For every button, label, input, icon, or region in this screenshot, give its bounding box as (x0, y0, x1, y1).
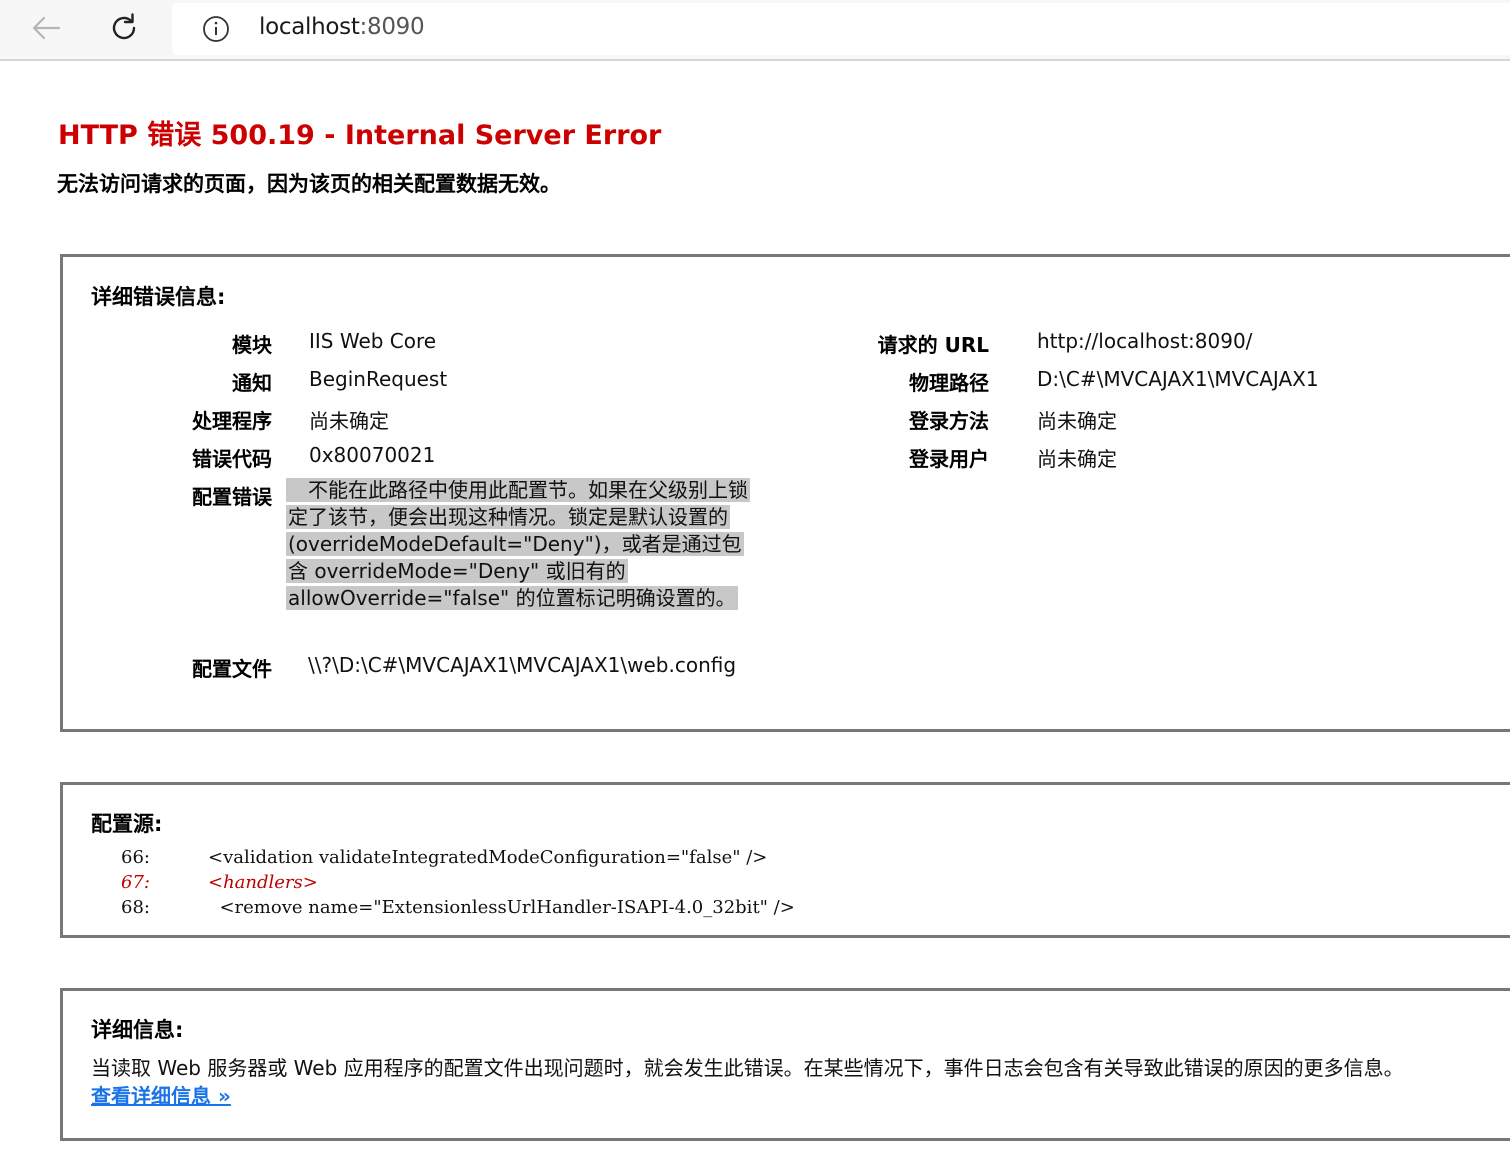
more-info-panel: 详细信息: 当读取 Web 服务器或 Web 应用程序的配置文件出现问题时，就会… (60, 988, 1510, 1141)
address-url[interactable]: localhost:8090 (259, 14, 425, 40)
address-bar[interactable]: localhost:8090 (172, 3, 1510, 55)
url-port: :8090 (359, 14, 425, 40)
panel-heading: 配置源: (91, 812, 163, 836)
code-line-number: 67: (121, 872, 150, 893)
field-value: D:\C#\MVCAJAX1\MVCAJAX1 (1037, 367, 1319, 391)
reload-icon (112, 13, 136, 40)
config-file-label: 配置文件 (192, 657, 272, 681)
code-line-text: <validation validateIntegratedModeConfig… (208, 847, 768, 868)
field-value: 0x80070021 (309, 443, 436, 467)
field-label: 通知 (232, 371, 272, 395)
config-source-panel: 配置源: 66: <validation validateIntegratedM… (60, 782, 1510, 938)
back-button[interactable] (26, 8, 66, 48)
error-title: HTTP 错误 500.19 - Internal Server Error (58, 120, 662, 151)
field-value: http://localhost:8090/ (1037, 329, 1253, 353)
field-value: 尚未确定 (1037, 447, 1117, 471)
browser-toolbar: localhost:8090 (0, 0, 1510, 61)
field-label: 物理路径 (909, 371, 989, 395)
field-value: IIS Web Core (309, 329, 437, 353)
field-value: 尚未确定 (309, 409, 389, 433)
more-info-text: 当读取 Web 服务器或 Web 应用程序的配置文件出现问题时，就会发生此错误。… (91, 1056, 1404, 1080)
detailed-error-panel: 详细错误信息: 模块 IIS Web Core 通知 BeginRequest … (60, 254, 1510, 732)
field-value: 尚未确定 (1037, 409, 1117, 433)
info-icon[interactable] (202, 15, 230, 43)
code-line-text: <remove name="ExtensionlessUrlHandler-IS… (208, 897, 795, 918)
config-file-path: \\?\D:\C#\MVCAJAX1\MVCAJAX1\web.config (286, 653, 746, 678)
config-file-value: \\?\D:\C#\MVCAJAX1\MVCAJAX1\web.config (308, 653, 737, 677)
field-label: 请求的 URL (877, 333, 989, 357)
arrow-left-icon (32, 16, 61, 40)
field-label: 模块 (232, 333, 272, 357)
reload-button[interactable] (104, 8, 144, 48)
field-label: 登录方法 (909, 409, 989, 433)
code-line-text: <handlers> (208, 872, 318, 893)
view-more-info-link[interactable]: 查看详细信息 » (91, 1080, 231, 1109)
panel-heading: 详细信息: (91, 1018, 184, 1042)
error-subtitle: 无法访问请求的页面，因为该页的相关配置数据无效。 (57, 172, 561, 196)
field-label: 错误代码 (192, 447, 272, 471)
field-label: 处理程序 (192, 409, 272, 433)
code-line-number: 68: (121, 897, 150, 918)
field-label: 登录用户 (909, 447, 989, 471)
field-value: BeginRequest (309, 367, 448, 391)
config-error-label: 配置错误 (192, 485, 272, 509)
config-error-message: 不能在此路径中使用此配置节。如果在父级别上锁定了该节，便会出现这种情况。锁定是默… (286, 477, 756, 612)
panel-heading: 详细错误信息: (91, 285, 226, 309)
config-error-text: 不能在此路径中使用此配置节。如果在父级别上锁定了该节，便会出现这种情况。锁定是默… (288, 478, 748, 610)
code-line-number: 66: (121, 847, 150, 868)
url-host: localhost (259, 14, 360, 40)
